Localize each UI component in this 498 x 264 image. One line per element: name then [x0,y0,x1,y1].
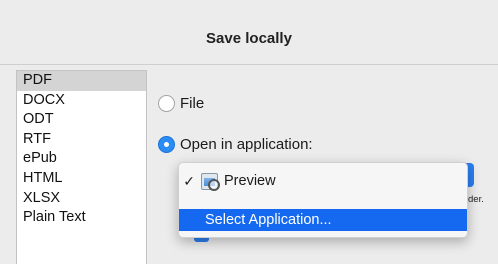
file-radio-label: File [180,94,205,112]
window-title: Save locally [206,30,292,47]
checkmark-icon: ✓ [183,172,195,189]
preview-app-icon [201,172,220,191]
menu-item-select-application[interactable]: Select Application... [179,209,467,231]
file-option[interactable]: File [158,92,204,114]
partial-label: der. [468,194,484,205]
format-item-odt[interactable]: ODT [17,110,146,130]
application-menu[interactable]: ✓ Preview Select Application... [178,162,468,238]
format-item-xlsx[interactable]: XLSX [17,189,146,209]
menu-item-preview[interactable]: ✓ Preview [179,170,467,192]
menu-item-select-application-label: Select Application... [205,212,332,228]
format-list[interactable]: PDF DOCX ODT RTF ePub HTML XLSX Plain Te… [16,70,147,264]
format-item-pdf[interactable]: PDF [17,71,146,91]
format-item-docx[interactable]: DOCX [17,91,146,111]
format-item-rtf[interactable]: RTF [17,130,146,150]
format-item-epub[interactable]: ePub [17,149,146,169]
open-in-app-label: Open in application: [180,135,313,153]
titlebar-divider [0,64,498,65]
file-radio[interactable] [158,94,175,112]
format-item-html[interactable]: HTML [17,169,146,189]
menu-item-preview-label: Preview [224,173,276,189]
window-titlebar: Save locally [0,0,498,66]
format-item-plain-text[interactable]: Plain Text [17,208,146,228]
open-in-app-radio[interactable] [158,135,175,153]
open-in-app-option[interactable]: Open in application: [158,133,313,155]
